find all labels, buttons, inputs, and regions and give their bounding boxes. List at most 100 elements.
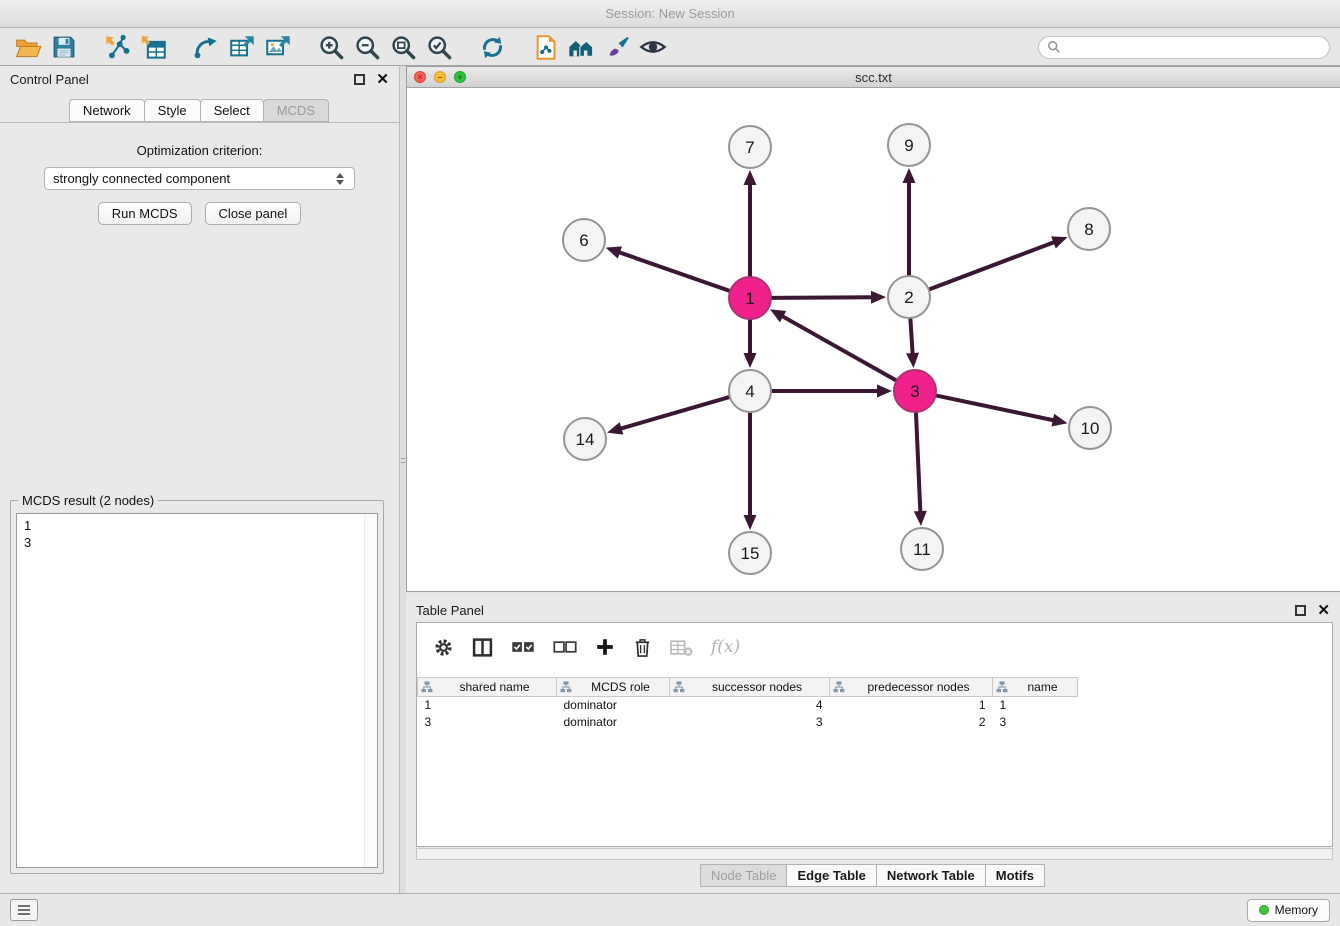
tab-node-table[interactable]: Node Table — [700, 864, 788, 887]
graph-node-14[interactable]: 14 — [564, 418, 606, 460]
minimize-window-icon[interactable]: – — [434, 71, 446, 83]
table-row[interactable]: 3dominator323 — [418, 714, 1078, 731]
table-hscrollbar[interactable] — [416, 848, 1333, 860]
show-graphics-details-button[interactable] — [635, 31, 671, 63]
column-header-shared-name[interactable]: shared name — [418, 678, 557, 697]
graph-edge-3-1[interactable] — [780, 315, 895, 380]
graph-edge-1-6[interactable] — [617, 252, 729, 291]
mcds-buttons: Run MCDS Close panel — [0, 202, 399, 225]
graph-edge-3-11[interactable] — [916, 413, 920, 514]
graph-edge-4-14[interactable] — [619, 397, 729, 429]
zoom-in-button[interactable] — [313, 31, 349, 63]
window-titlebar[interactable]: Session: New Session — [0, 0, 1340, 28]
graph-edge-3-10[interactable] — [937, 396, 1056, 421]
export-table-button[interactable] — [224, 31, 260, 63]
export-network-button[interactable] — [188, 31, 224, 63]
graph-node-7[interactable]: 7 — [729, 126, 771, 168]
mcds-result-text[interactable]: 13 — [16, 513, 378, 868]
control-panel: Control Panel ✕ NetworkStyleSelectMCDS O… — [0, 66, 400, 893]
graph-node-2[interactable]: 2 — [888, 276, 930, 318]
result-scrollbar-track[interactable] — [364, 514, 377, 867]
column-header-successor-nodes[interactable]: successor nodes — [670, 678, 830, 697]
graph-node-4[interactable]: 4 — [729, 370, 771, 412]
graph-node-1[interactable]: 1 — [729, 277, 771, 319]
tab-style[interactable]: Style — [144, 99, 201, 122]
run-mcds-button[interactable]: Run MCDS — [98, 202, 192, 225]
table-panel-body: f(x) shared nameMCDS rolesuccessor nodes… — [416, 622, 1333, 847]
cell-mcds-role[interactable]: dominator — [557, 714, 670, 731]
tab-edge-table[interactable]: Edge Table — [786, 864, 876, 887]
select-all-columns-button[interactable] — [511, 640, 535, 655]
cell-predecessor-nodes[interactable]: 2 — [830, 714, 993, 731]
export-image-button[interactable] — [260, 31, 296, 63]
table-panel-header: Table Panel ✕ — [406, 597, 1340, 624]
unselect-all-columns-button[interactable] — [553, 640, 577, 655]
cell-shared-name[interactable]: 3 — [418, 714, 557, 731]
first-neighbors-button[interactable] — [563, 31, 599, 63]
cell-successor-nodes[interactable]: 4 — [670, 697, 830, 714]
tab-motifs[interactable]: Motifs — [985, 864, 1045, 887]
float-panel-icon[interactable] — [354, 74, 365, 85]
function-builder-button[interactable]: f(x) — [711, 637, 740, 657]
eye-icon — [639, 33, 667, 61]
optimization-dropdown[interactable]: strongly connected component — [44, 167, 355, 190]
save-icon — [51, 34, 77, 60]
network-canvas[interactable]: 7 9 6 8 1 2 4 3 14 10 15 11 — [407, 89, 1340, 592]
duplicate-network-button[interactable] — [527, 31, 563, 63]
graph-node-10[interactable]: 10 — [1069, 407, 1111, 449]
houses-icon — [567, 33, 595, 61]
delete-table-button[interactable] — [670, 638, 693, 657]
graph-node-8[interactable]: 8 — [1068, 208, 1110, 250]
tab-select[interactable]: Select — [200, 99, 264, 122]
graph-node-15[interactable]: 15 — [729, 532, 771, 574]
graph-edge-arrowhead — [744, 353, 757, 368]
tab-network[interactable]: Network — [69, 99, 145, 122]
search-input[interactable] — [1066, 40, 1321, 55]
graph-node-11[interactable]: 11 — [901, 528, 943, 570]
show-panels-button[interactable] — [10, 899, 38, 921]
create-column-button[interactable] — [595, 637, 615, 657]
graph-edge-2-8[interactable] — [930, 241, 1057, 289]
apply-style-button[interactable] — [599, 31, 635, 63]
show-columns-button[interactable] — [472, 637, 493, 658]
zoom-fit-button[interactable] — [385, 31, 421, 63]
cell-name[interactable]: 1 — [993, 697, 1078, 714]
import-network-button[interactable] — [99, 31, 135, 63]
graph-edge-2-3[interactable] — [910, 319, 912, 356]
graph-node-3[interactable]: 3 — [894, 370, 936, 412]
close-window-icon[interactable]: × — [414, 71, 426, 83]
column-header-predecessor-nodes[interactable]: predecessor nodes — [830, 678, 993, 697]
tab-network-table[interactable]: Network Table — [876, 864, 986, 887]
checked-boxes-icon — [511, 640, 535, 655]
zoom-selected-button[interactable] — [421, 31, 457, 63]
tab-mcds[interactable]: MCDS — [263, 99, 329, 122]
close-panel-button[interactable]: Close panel — [205, 202, 302, 225]
graph-edge-1-2[interactable] — [772, 297, 874, 298]
cell-successor-nodes[interactable]: 3 — [670, 714, 830, 731]
cell-name[interactable]: 3 — [993, 714, 1078, 731]
import-table-button[interactable] — [135, 31, 171, 63]
zoom-out-button[interactable] — [349, 31, 385, 63]
delete-column-button[interactable] — [633, 637, 652, 658]
memory-button[interactable]: Memory — [1247, 899, 1330, 922]
network-window-title: scc.txt — [407, 70, 1340, 85]
graph-node-6[interactable]: 6 — [563, 219, 605, 261]
zoom-window-icon[interactable]: + — [454, 71, 466, 83]
network-window-titlebar[interactable]: scc.txt × – + — [407, 67, 1340, 88]
close-table-panel-icon[interactable]: ✕ — [1317, 603, 1330, 618]
column-header-name[interactable]: name — [993, 678, 1078, 697]
graph-node-9[interactable]: 9 — [888, 124, 930, 166]
float-table-panel-icon[interactable] — [1295, 605, 1306, 616]
cell-predecessor-nodes[interactable]: 1 — [830, 697, 993, 714]
table-row[interactable]: 1dominator411 — [418, 697, 1078, 714]
search-field[interactable] — [1038, 36, 1330, 59]
cell-mcds-role[interactable]: dominator — [557, 697, 670, 714]
status-bar: Memory — [0, 893, 1340, 926]
save-session-button[interactable] — [46, 31, 82, 63]
close-panel-icon[interactable]: ✕ — [376, 72, 389, 87]
refresh-view-button[interactable] — [474, 31, 510, 63]
cell-shared-name[interactable]: 1 — [418, 697, 557, 714]
table-settings-button[interactable] — [433, 637, 454, 658]
column-header-mcds-role[interactable]: MCDS role — [557, 678, 670, 697]
open-session-button[interactable] — [10, 31, 46, 63]
